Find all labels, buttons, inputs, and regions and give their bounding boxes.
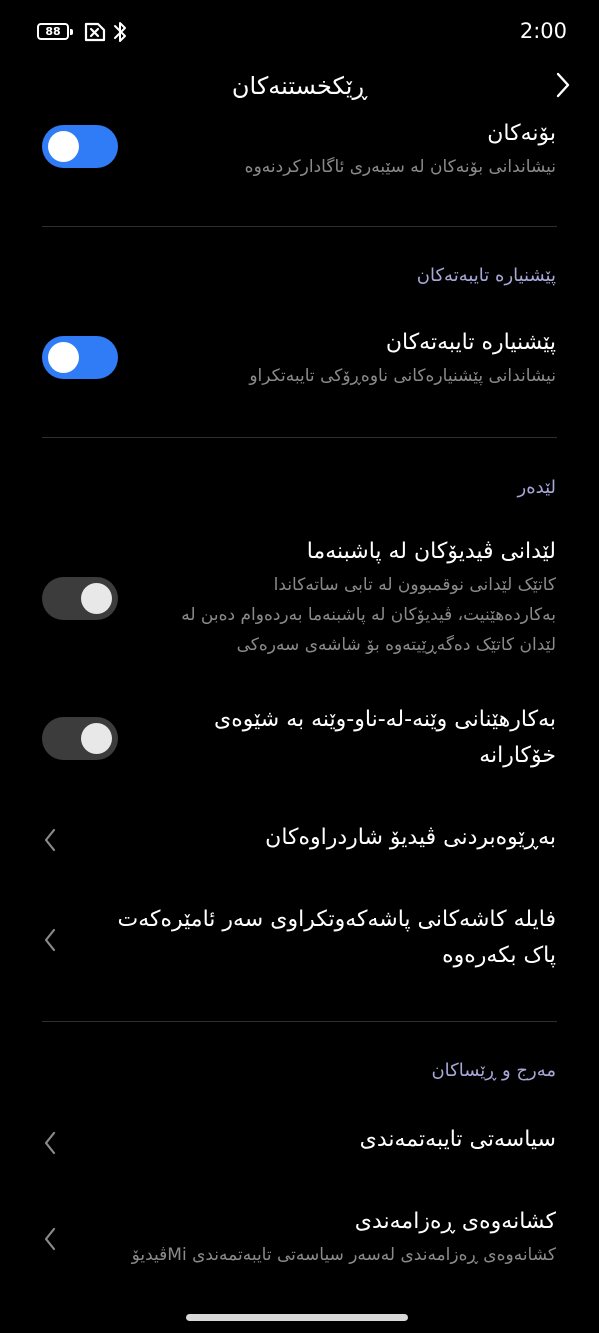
clear-cache-title-line: فایلە کاشەکانی پاشەکەوتکراوی سەر ئامێرەک… — [117, 907, 557, 932]
manage-hidden-videos-row[interactable]: بەڕێوەبردنی ڤیدیۆ شاردراوەکان — [0, 812, 599, 868]
status-bar: 88 2:00 — [0, 0, 599, 62]
recommendations-row[interactable]: پێشنیارە تایبەتەکان نیشاندانی پێشنیارەکا… — [0, 322, 599, 402]
divider — [42, 437, 557, 438]
clear-cache-title-line: پاک بکەرەوە — [442, 943, 556, 968]
home-indicator[interactable] — [186, 1314, 408, 1321]
notifications-text: بۆنەکان نیشاندانی بۆنەکان لە سێبەری ئاگا… — [245, 116, 556, 182]
pip-toggle[interactable] — [42, 717, 118, 760]
chevron-left-icon — [44, 828, 56, 852]
notifications-toggle[interactable] — [42, 125, 118, 168]
withdraw-consent-subtitle: کشانەوەی ڕەزامەندی لەسەر سیاسەتی تایبەتم… — [131, 1245, 556, 1265]
battery-level: 88 — [45, 25, 61, 38]
notifications-title: بۆنەکان — [487, 121, 556, 146]
background-play-title: لێدانی ڤیدیۆکان لە پاشبنەما — [306, 539, 556, 564]
divider — [42, 226, 557, 227]
section-header-terms: مەرج و ڕێساکان — [431, 1060, 556, 1081]
withdraw-consent-text: کشانەوەی ڕەزامەندی کشانەوەی ڕەزامەندی لە… — [132, 1204, 556, 1270]
chevron-left-icon — [44, 928, 56, 952]
no-sim-icon — [84, 22, 106, 42]
withdraw-consent-title: کشانەوەی ڕەزامەندی — [354, 1209, 556, 1234]
background-play-subtitle-line: کاتێک لێدانی نوقمبوون لە تابی ساتەکاندا — [273, 575, 556, 595]
toggle-knob — [81, 583, 112, 614]
toggle-knob — [48, 342, 79, 373]
pip-title-line: خۆکارانە — [479, 743, 556, 768]
chevron-left-icon — [44, 1227, 56, 1251]
pip-row[interactable]: بەکارهێنانی وێنە-لە-ناو-وێنە بە شێوەی خۆ… — [0, 700, 599, 780]
divider — [42, 1021, 557, 1022]
toggle-knob — [48, 131, 79, 162]
manage-hidden-videos-title: بەڕێوەبردنی ڤیدیۆ شاردراوەکان — [265, 825, 556, 850]
recommendations-text: پێشنیارە تایبەتەکان نیشاندانی پێشنیارەکا… — [249, 325, 556, 391]
toggle-knob — [81, 723, 112, 754]
pip-title-line: بەکارهێنانی وێنە-لە-ناو-وێنە بە شێوەی — [214, 707, 556, 732]
battery-icon: 88 — [37, 23, 73, 40]
clock: 2:00 — [519, 19, 567, 43]
clear-cache-row[interactable]: فایلە کاشەکانی پاشەکەوتکراوی سەر ئامێرەک… — [0, 900, 599, 980]
section-header-player: لێدەر — [517, 477, 557, 498]
background-play-row[interactable]: لێدانی ڤیدیۆکان لە پاشبنەما کاتێک لێدانی… — [0, 534, 599, 664]
back-chevron-icon[interactable] — [555, 71, 571, 99]
recommendations-toggle[interactable] — [42, 336, 118, 379]
withdraw-consent-row[interactable]: کشانەوەی ڕەزامەندی کشانەوەی ڕەزامەندی لە… — [0, 1202, 599, 1282]
recommendations-subtitle: نیشاندانی پێشنیارەکانی ناوەڕۆکی تایبەتکر… — [249, 366, 556, 386]
privacy-policy-title: سیاسەتی تایبەتمەندی — [359, 1127, 556, 1152]
header: ڕێکخستنەکان — [0, 62, 599, 112]
recommendations-title: پێشنیارە تایبەتەکان — [385, 330, 556, 355]
notifications-subtitle: نیشاندانی بۆنەکان لە سێبەری ئاگادارکردنە… — [244, 157, 556, 177]
background-play-subtitle-line: لێدان کاتێک دەگەڕێیتەوە بۆ شاشەی سەرەکی — [236, 635, 556, 655]
page-title: ڕێکخستنەکان — [231, 72, 368, 100]
privacy-policy-text: سیاسەتی تایبەتمەندی — [360, 1122, 556, 1158]
bluetooth-icon — [114, 22, 126, 42]
background-play-text: لێدانی ڤیدیۆکان لە پاشبنەما کاتێک لێدانی… — [181, 534, 556, 660]
clear-cache-text: فایلە کاشەکانی پاشەکەوتکراوی سەر ئامێرەک… — [118, 902, 557, 974]
background-play-toggle[interactable] — [42, 577, 118, 620]
background-play-subtitle-line: بەکاردەهێنیت، ڤیدیۆکان لە پاشبنەما بەردە… — [181, 605, 556, 625]
chevron-left-icon — [44, 1131, 56, 1155]
pip-text: بەکارهێنانی وێنە-لە-ناو-وێنە بە شێوەی خۆ… — [214, 702, 556, 774]
section-header-recommendations: پێشنیارە تایبەتەکان — [416, 265, 556, 286]
privacy-policy-row[interactable]: سیاسەتی تایبەتمەندی — [0, 1116, 599, 1172]
notifications-row[interactable]: بۆنەکان نیشاندانی بۆنەکان لە سێبەری ئاگا… — [0, 112, 599, 212]
manage-hidden-videos-text: بەڕێوەبردنی ڤیدیۆ شاردراوەکان — [265, 820, 556, 856]
